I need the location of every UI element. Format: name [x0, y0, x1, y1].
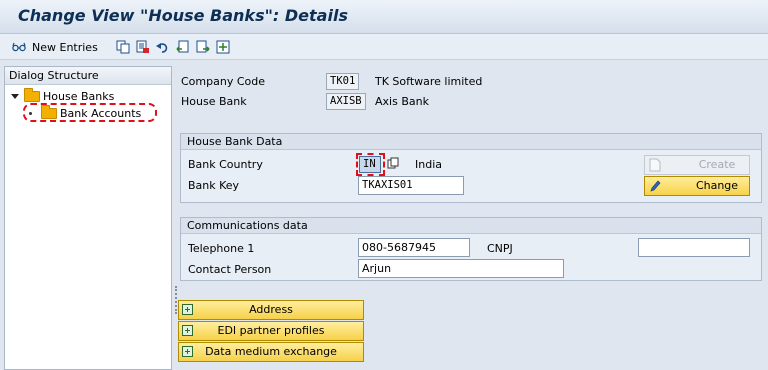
previous-entry-icon — [176, 40, 190, 54]
dialog-structure-pane: Dialog Structure House Banks Bank Accoun… — [4, 66, 172, 370]
dialog-structure-header: Dialog Structure — [5, 67, 171, 85]
tree-item-house-banks[interactable]: House Banks — [11, 87, 115, 104]
bank-key-input[interactable]: TKAXIS01 — [358, 176, 464, 195]
country-name: India — [415, 158, 442, 171]
folder-icon — [24, 87, 40, 102]
create-button-label: Create — [698, 158, 736, 171]
company-name: TK Software limited — [375, 75, 483, 88]
group-title: House Bank Data — [181, 134, 761, 150]
undo-icon — [156, 40, 170, 54]
previous-entry-button[interactable] — [176, 38, 190, 56]
country-details-icon[interactable] — [387, 157, 400, 170]
house-bank-field: AXISB — [326, 93, 366, 110]
contact-person-input[interactable]: Arjun — [358, 259, 564, 278]
new-entries-button[interactable]: New Entries — [12, 38, 98, 56]
change-button[interactable]: Change — [644, 176, 750, 196]
expand-triangle-icon[interactable] — [11, 93, 19, 99]
copy-icon — [116, 40, 130, 54]
expand-plus-icon — [182, 346, 193, 357]
transport-button[interactable] — [216, 38, 230, 56]
change-button-label: Change — [695, 179, 739, 192]
bank-country-field[interactable]: IN — [359, 156, 381, 173]
company-code-field: TK01 — [326, 73, 359, 90]
pencil-icon — [649, 179, 661, 193]
edi-partner-profiles-button[interactable]: EDI partner profiles — [178, 321, 364, 341]
edi-button-label: EDI partner profiles — [217, 324, 325, 337]
tree-item-label: House Banks — [43, 89, 115, 103]
undo-button[interactable] — [156, 38, 170, 56]
data-medium-exchange-button[interactable]: Data medium exchange — [178, 342, 364, 362]
title-bar: Change View "House Banks": Details — [0, 0, 768, 34]
house-bank-label: House Bank — [181, 95, 247, 108]
expand-plus-icon — [182, 304, 193, 315]
contact-person-label: Contact Person — [188, 263, 272, 276]
bank-country-label: Bank Country — [188, 158, 263, 171]
address-button[interactable]: Address — [178, 300, 364, 320]
highlight-annotation — [23, 103, 157, 122]
bank-key-label: Bank Key — [188, 179, 240, 192]
delete-icon — [136, 40, 150, 54]
create-document-icon — [649, 158, 661, 172]
company-code-label: Company Code — [181, 75, 265, 88]
copy-button[interactable] — [116, 38, 130, 56]
address-button-label: Address — [249, 303, 293, 316]
next-entry-button[interactable] — [196, 38, 210, 56]
pane-splitter[interactable] — [175, 286, 177, 314]
cnpj-label: CNPJ — [487, 242, 513, 255]
house-bank-name: Axis Bank — [375, 95, 429, 108]
group-title: Communications data — [181, 218, 761, 234]
cnpj-input[interactable] — [638, 238, 750, 257]
new-entries-label: New Entries — [32, 40, 98, 54]
delete-button[interactable] — [136, 38, 150, 56]
glasses-icon — [12, 40, 26, 54]
next-entry-icon — [196, 40, 210, 54]
expand-plus-icon — [182, 325, 193, 336]
transport-icon — [216, 40, 230, 54]
application-toolbar: New Entries — [0, 34, 768, 60]
telephone-label: Telephone 1 — [188, 242, 255, 255]
page-title: Change View "House Banks": Details — [18, 6, 348, 25]
dme-button-label: Data medium exchange — [205, 345, 337, 358]
create-button[interactable]: Create — [644, 155, 750, 175]
telephone-input[interactable]: 080-5687945 — [358, 238, 470, 257]
